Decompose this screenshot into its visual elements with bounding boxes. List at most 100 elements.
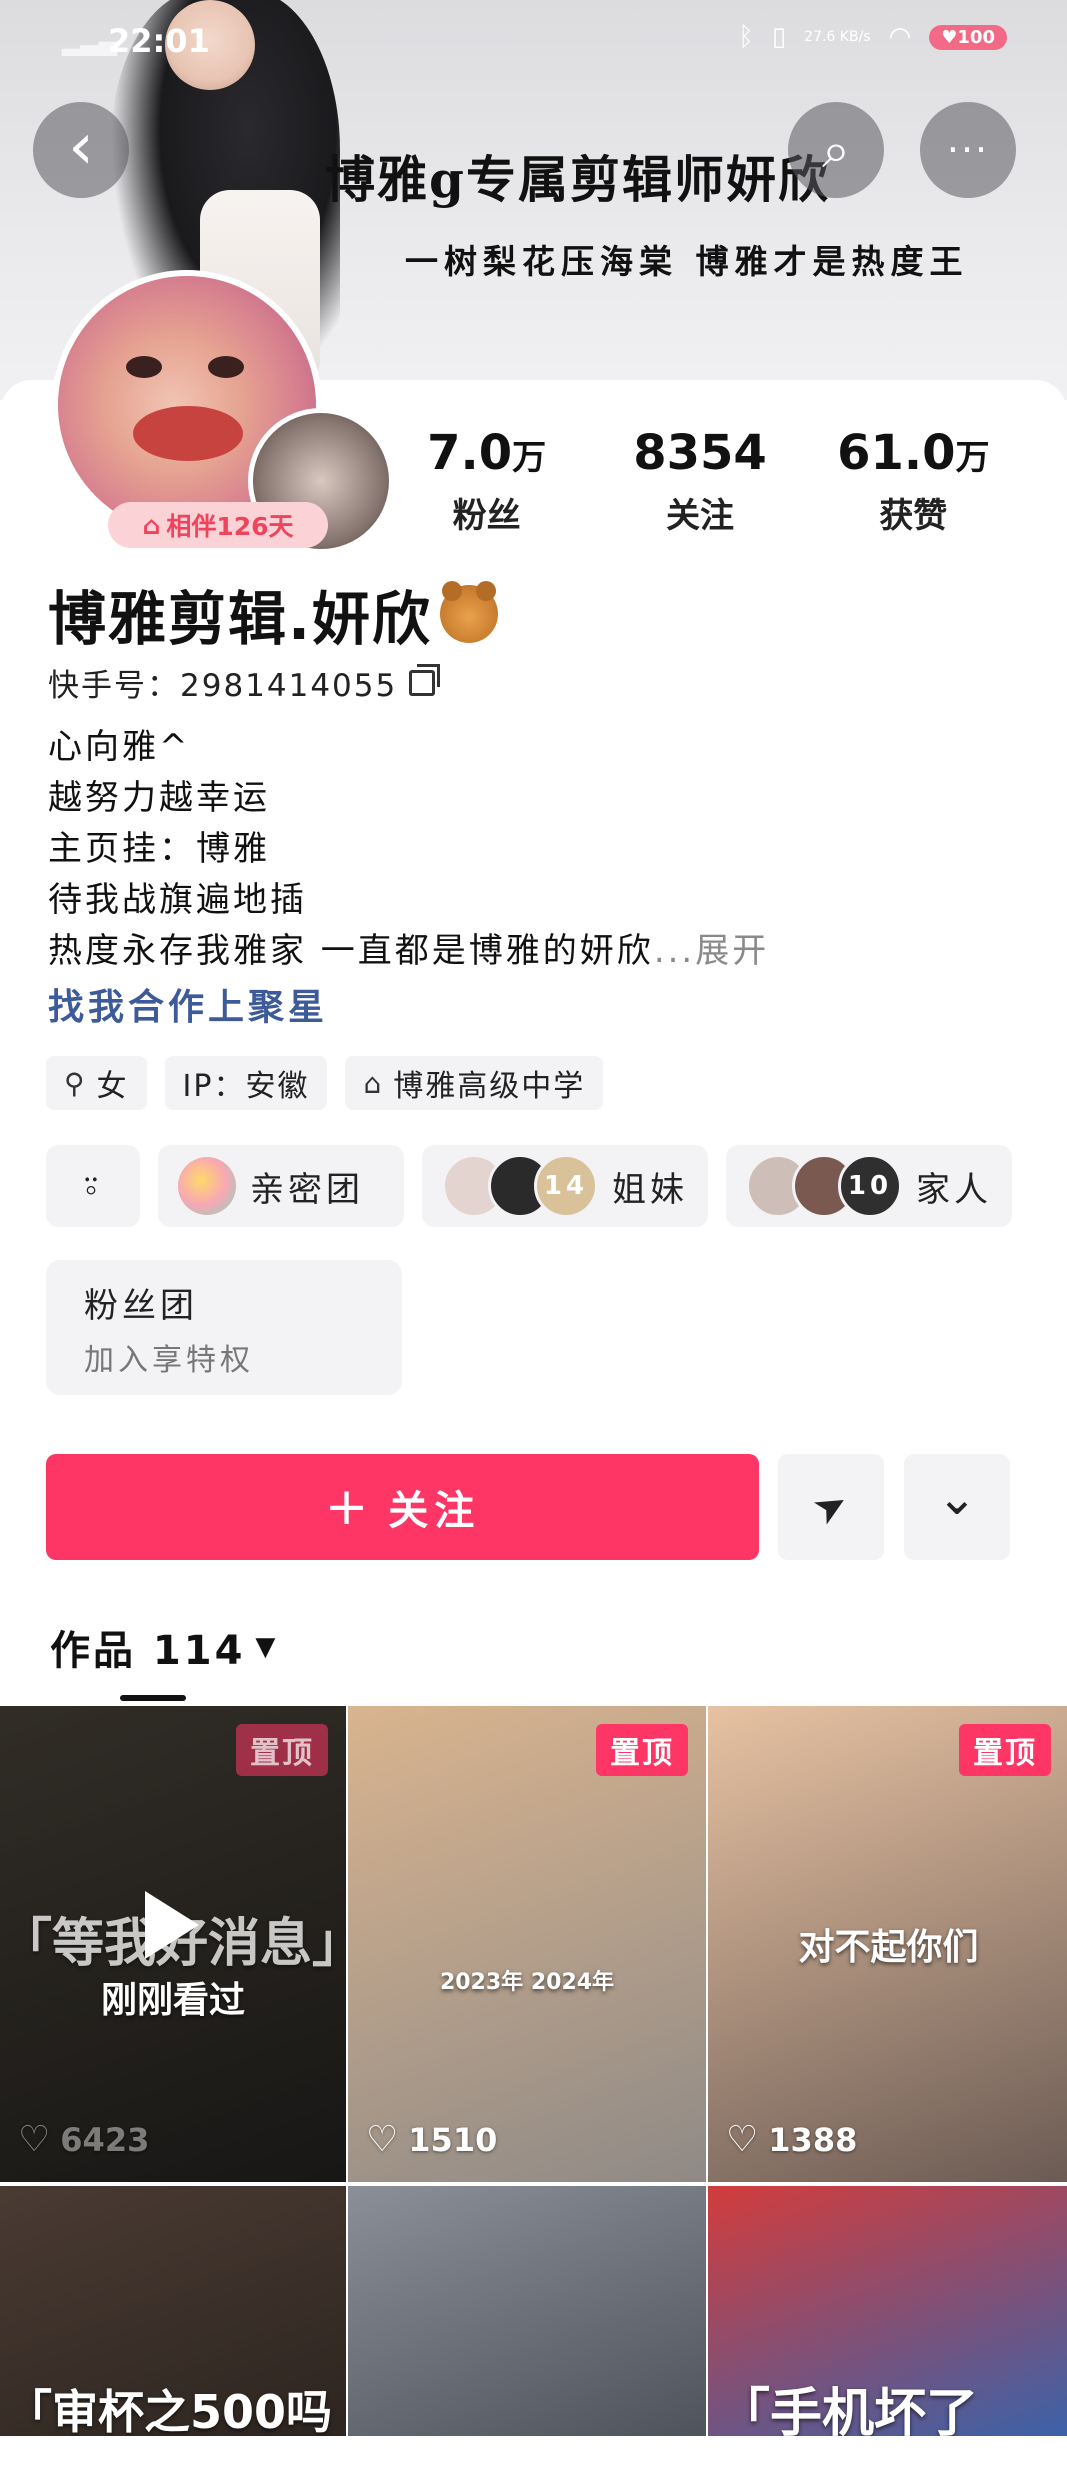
- school-icon: ⌂: [363, 1066, 384, 1100]
- more-button[interactable]: ···: [920, 102, 1016, 198]
- profile-stats: 7.0万 粉丝 8354 关注 61.0万 获赞: [380, 425, 1020, 537]
- send-message-button[interactable]: ➤: [778, 1454, 884, 1560]
- like-count: ♡ 1388: [726, 2119, 857, 2160]
- bio-line: 越努力越幸运: [48, 778, 270, 818]
- pinned-badge: 置顶: [959, 1724, 1051, 1776]
- play-icon: [145, 1891, 199, 1959]
- stat-followers[interactable]: 7.0万 粉丝: [380, 425, 593, 537]
- video-tile[interactable]: 2023年 2024年 置顶 ♡ 1510: [348, 1706, 706, 2182]
- pinned-badge: 置顶: [596, 1724, 688, 1776]
- follow-button[interactable]: + 关注: [46, 1454, 759, 1560]
- avatar-eye: [126, 356, 162, 378]
- home-icon: ⌂: [142, 510, 161, 540]
- battery-level: 100: [957, 26, 995, 48]
- bio-line: 心向雅^: [48, 727, 191, 767]
- vibrate-icon: ▯: [771, 22, 787, 52]
- fan-club-title: 粉丝团: [84, 1286, 198, 1326]
- like-count: ♡ 1510: [366, 2119, 497, 2160]
- female-icon: ⚲: [64, 1066, 87, 1100]
- expand-recommendations-button[interactable]: ⌄: [904, 1454, 1010, 1560]
- kuaishou-id: 快手号：2981414055: [48, 660, 441, 705]
- bio-expand-link[interactable]: ...展开: [654, 931, 769, 971]
- add-friend-icon: ⍤: [79, 1163, 107, 1208]
- fan-club-card[interactable]: 粉丝团 加入享特权: [46, 1260, 402, 1395]
- back-button[interactable]: ‹: [33, 102, 129, 198]
- avatar-stack: 10: [746, 1154, 902, 1218]
- chevron-left-icon: ‹: [68, 110, 94, 184]
- network-speed: 27.6 KB/s: [804, 29, 871, 45]
- follow-label: 关注: [388, 1488, 481, 1534]
- video-grid: 「等我好消息」 刚刚看过 置顶 ♡ 6423 2023年 2024年 置顶 ♡ 15…: [0, 1706, 1067, 2436]
- bio: 心向雅^ 越努力越幸运 主页挂：博雅 待我战旗遍地插 热度永存我雅家 一直都是博…: [48, 722, 769, 977]
- video-overlay-text: 「手机坏了: [718, 2384, 979, 2436]
- video-tile[interactable]: [348, 2186, 706, 2436]
- search-icon: ⌕: [822, 120, 850, 179]
- pinned-badge: 置顶: [236, 1724, 328, 1776]
- member-count-badge: 14: [534, 1154, 598, 1218]
- stat-unit: 万: [955, 438, 990, 478]
- like-count-value: 6423: [60, 2120, 150, 2159]
- status-time: 22:01: [108, 22, 210, 60]
- video-tile[interactable]: 「等我好消息」 刚刚看过 置顶 ♡ 6423: [0, 1706, 346, 2182]
- video-overlay-text: 对不起你们: [798, 1927, 979, 1968]
- chevron-down-icon: ⌄: [936, 1470, 978, 1526]
- social-groups: ⍤ 亲密团 14 姐妹 10 家人: [46, 1145, 1012, 1227]
- heart-icon: ♡: [726, 2119, 759, 2160]
- tab-works[interactable]: 作品 114 ▼: [50, 1618, 278, 1676]
- tab-underline: [120, 1695, 186, 1701]
- video-tile[interactable]: 对不起你们 置顶 ♡ 1388: [708, 1706, 1067, 2182]
- companion-badge[interactable]: ⌂ 相伴126天: [108, 502, 328, 548]
- fan-club-subtitle: 加入享特权: [84, 1343, 254, 1378]
- avatar-eye: [208, 356, 244, 378]
- stat-number: 7.0: [427, 425, 513, 481]
- plus-icon: +: [324, 1477, 375, 1537]
- stat-value: 61.0万: [807, 425, 1020, 486]
- status-icons: ᛒ ▯ 27.6 KB/s ◠ ♥100: [738, 22, 1007, 52]
- group-family[interactable]: 10 家人: [726, 1145, 1012, 1227]
- like-count: ♡ 6423: [18, 2119, 149, 2160]
- battery-indicator: ♥100: [929, 24, 1007, 50]
- tag-ip: IP：安徽: [164, 1056, 328, 1110]
- add-friend-button[interactable]: ⍤: [46, 1145, 140, 1227]
- stat-number: 61.0: [837, 425, 956, 481]
- heart-icon: ♡: [18, 2119, 51, 2160]
- bio-line-text: 热度永存我雅家 一直都是博雅的妍欣: [48, 931, 654, 971]
- caret-down-icon: ▼: [255, 1632, 279, 1662]
- wifi-icon: ◠: [888, 22, 912, 52]
- intimate-group-icon: [178, 1157, 236, 1215]
- video-overlay-text: 2023年 2024年: [439, 1970, 615, 1995]
- group-sisters[interactable]: 14 姐妹: [422, 1145, 708, 1227]
- avatar-mouth: [133, 406, 243, 461]
- bio-line: 待我战旗遍地插: [48, 880, 307, 920]
- tag-school[interactable]: ⌂ 博雅高级中学: [345, 1056, 604, 1110]
- search-button[interactable]: ⌕: [788, 102, 884, 198]
- more-icon: ···: [946, 128, 990, 172]
- profile-tags: ⚲ 女 IP：安徽 ⌂ 博雅高级中学: [46, 1056, 604, 1110]
- recently-watched-label: 刚刚看过: [100, 1980, 245, 2021]
- bluetooth-icon: ᛒ: [738, 22, 754, 52]
- like-count-value: 1388: [768, 2120, 858, 2159]
- video-tile[interactable]: 「审杯之500吗: [0, 2186, 346, 2436]
- heart-icon: ♡: [366, 2119, 399, 2160]
- bio-line: 主页挂：博雅: [48, 829, 270, 869]
- tag-gender: ⚲ 女: [46, 1056, 147, 1110]
- stat-label: 粉丝: [452, 496, 521, 536]
- avatar-stack: 14: [442, 1154, 598, 1218]
- group-label: 亲密团: [250, 1169, 364, 1210]
- send-icon: ➤: [804, 1478, 858, 1536]
- companion-badge-label: 相伴126天: [166, 512, 294, 541]
- group-label: 姐妹: [612, 1169, 688, 1210]
- copy-icon[interactable]: [409, 663, 441, 696]
- video-tile[interactable]: 「手机坏了: [708, 2186, 1067, 2436]
- stat-label: 关注: [665, 496, 734, 536]
- group-intimate[interactable]: 亲密团: [158, 1145, 404, 1227]
- stat-likes[interactable]: 61.0万 获赞: [807, 425, 1020, 537]
- tab-works-label: 作品 114: [50, 1628, 246, 1674]
- nickname: 博雅剪辑.妍欣: [48, 572, 499, 656]
- kuaishou-id-text: 快手号：2981414055: [48, 668, 398, 704]
- tag-label: IP：安徽: [182, 1069, 310, 1104]
- stat-following[interactable]: 8354 关注: [593, 425, 806, 537]
- cooperation-link[interactable]: 找我合作上聚星: [48, 978, 328, 1030]
- tag-label: 博雅高级中学: [393, 1069, 586, 1104]
- bio-line-last: 热度永存我雅家 一直都是博雅的妍欣...展开: [48, 926, 769, 977]
